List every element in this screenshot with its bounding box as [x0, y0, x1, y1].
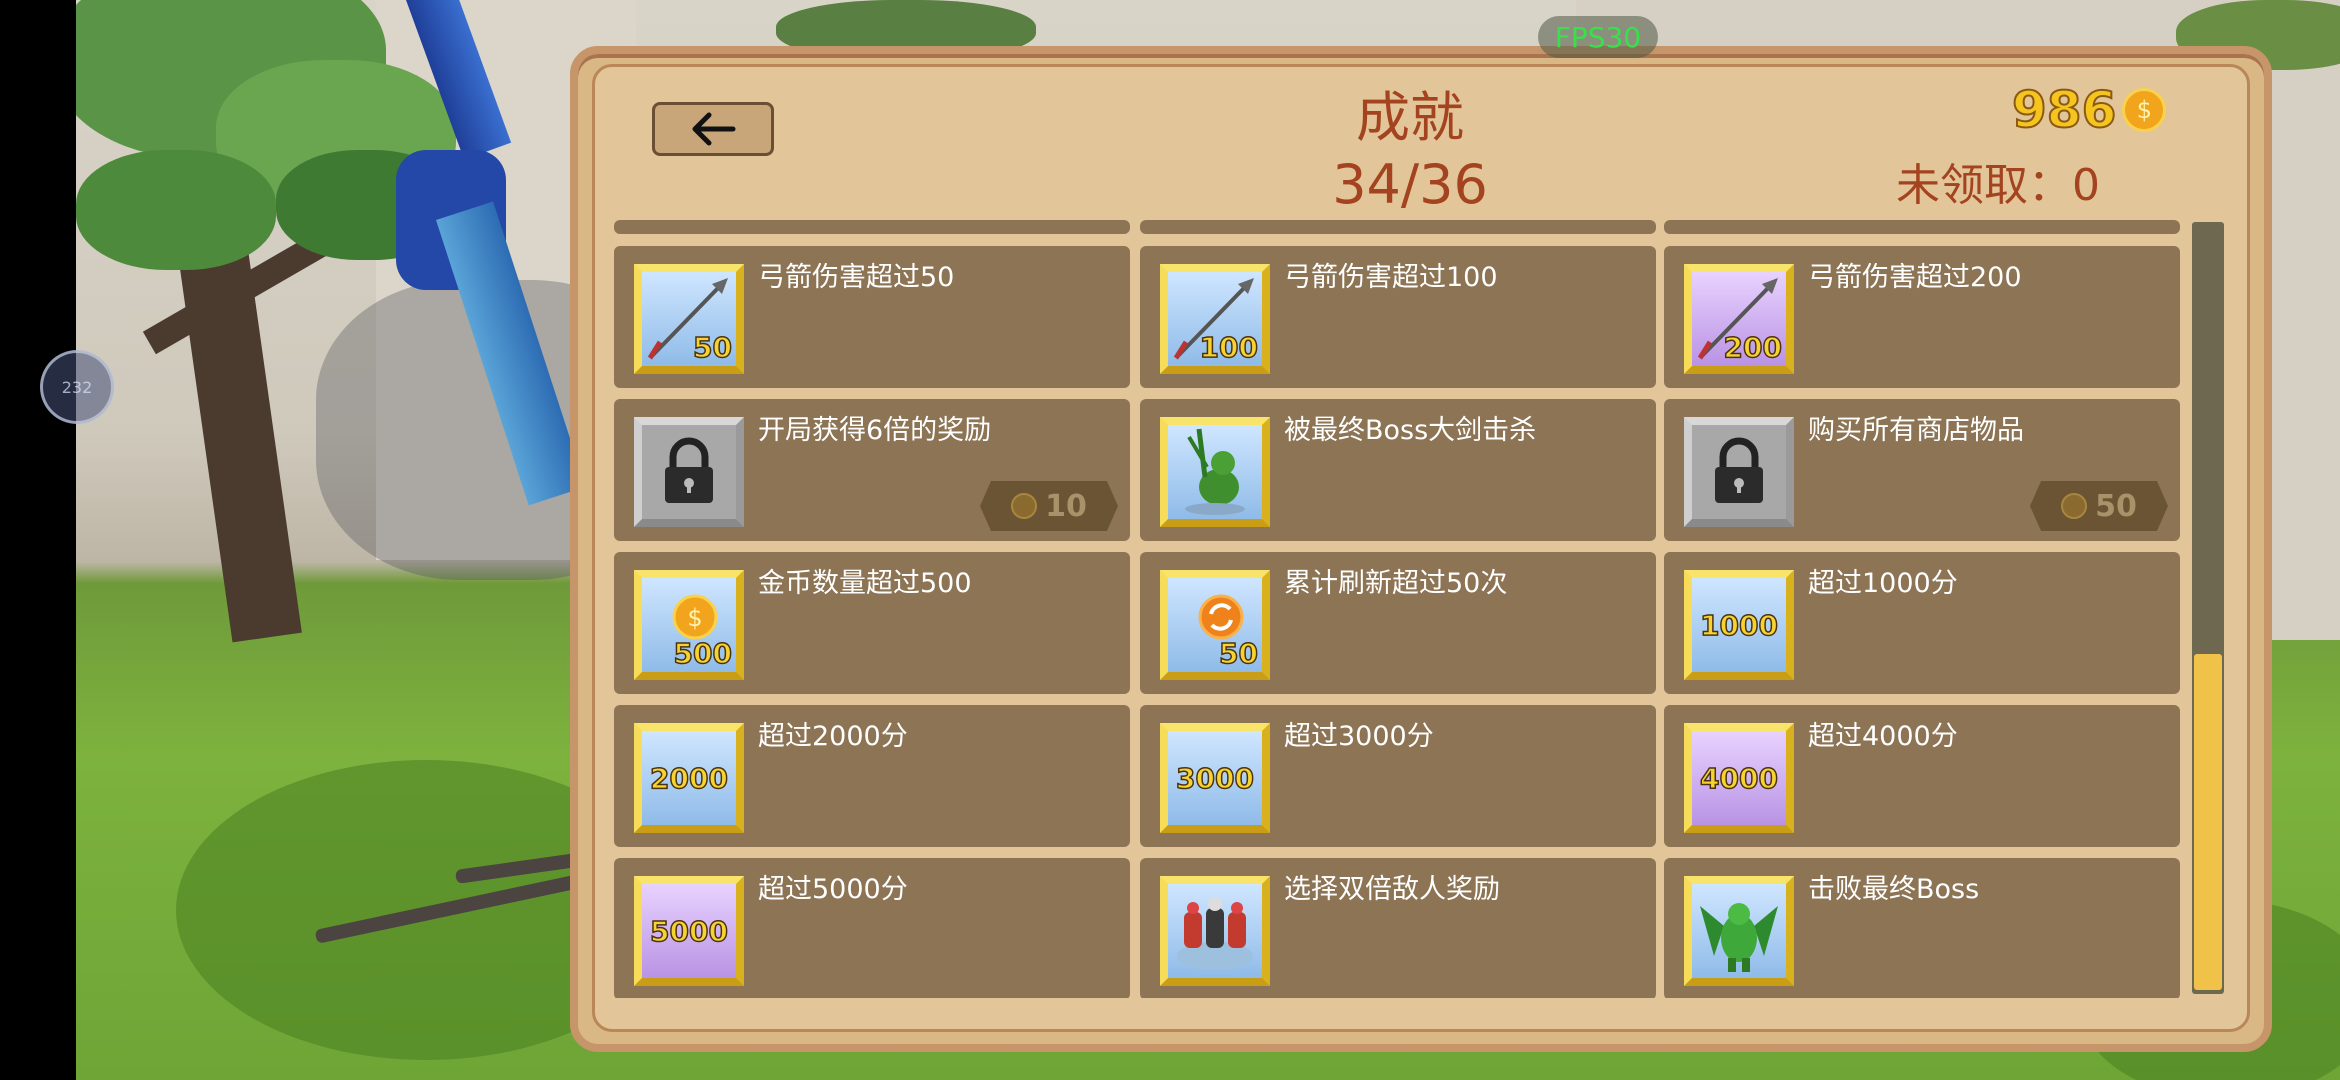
joystick[interactable]: 232: [40, 350, 114, 424]
icon-badge: 50: [692, 330, 732, 365]
achievement-label: 超过2000分: [758, 721, 908, 752]
achievement-card[interactable]: 3000 超过3000分: [1140, 705, 1656, 847]
score-icon: 4000: [1684, 723, 1794, 833]
score-icon: 5000: [634, 876, 744, 986]
unclaimed-count: 未领取：0: [1896, 160, 2100, 211]
svg-text:$: $: [687, 604, 702, 632]
achievement-card[interactable]: 击败最终Boss: [1664, 858, 2180, 998]
achievement-card[interactable]: 50 累计刷新超过50次: [1140, 552, 1656, 694]
coin-icon: $: [2122, 88, 2167, 132]
reward-badge: 50: [2030, 481, 2168, 531]
icon-badge: 100: [1199, 330, 1259, 365]
fps-counter: FPS30: [1538, 16, 1658, 58]
achievement-card[interactable]: 被最终Boss大剑击杀: [1140, 399, 1656, 541]
achievement-card[interactable]: $ 500 金币数量超过500: [614, 552, 1130, 694]
achievement-label: 击败最终Boss: [1808, 874, 1980, 905]
achievement-card-partial: [1140, 220, 1656, 234]
achievement-label: 开局获得6倍的奖励: [758, 415, 992, 446]
achievement-card[interactable]: 50 弓箭伤害超过50: [614, 246, 1130, 388]
achievement-card[interactable]: 4000 超过4000分: [1664, 705, 2180, 847]
reward-amount: 50: [2095, 488, 2137, 524]
achievement-label: 累计刷新超过50次: [1284, 568, 1508, 599]
achievement-card[interactable]: 购买所有商店物品 50: [1664, 399, 2180, 541]
score-icon: 1000: [1684, 570, 1794, 680]
arrow-icon: 50: [634, 264, 744, 374]
achievement-label: 选择双倍敌人奖励: [1284, 874, 1500, 905]
icon-badge: 3000: [1175, 761, 1254, 796]
icon-badge: 5000: [649, 914, 728, 949]
achievement-label: 超过3000分: [1284, 721, 1434, 752]
icon-badge: 200: [1723, 330, 1783, 365]
achievement-card[interactable]: 2000 超过2000分: [614, 705, 1130, 847]
back-button[interactable]: [652, 102, 774, 156]
reward-badge: 10: [980, 481, 1118, 531]
joystick-label: 232: [61, 377, 93, 397]
achievement-label: 弓箭伤害超过50: [758, 262, 955, 293]
scrollbar-thumb[interactable]: [2194, 654, 2222, 990]
achievement-label: 超过4000分: [1808, 721, 1958, 752]
achievement-card[interactable]: 开局获得6倍的奖励 10: [614, 399, 1130, 541]
coin-icon: [1011, 493, 1038, 519]
achievement-list[interactable]: 50 弓箭伤害超过50 100 弓箭伤害超过100 200 弓箭伤害超过200 …: [614, 220, 2180, 998]
achievement-progress: 34/36: [1332, 153, 1488, 216]
achievement-label: 购买所有商店物品: [1808, 415, 2024, 446]
monster-icon: [1160, 417, 1270, 527]
dragon-icon: [1684, 876, 1794, 986]
page-title: 成就: [1356, 86, 1464, 149]
achievement-card[interactable]: 100 弓箭伤害超过100: [1140, 246, 1656, 388]
coin-icon: [2061, 493, 2088, 519]
reward-amount: 10: [1045, 488, 1087, 524]
arrow-icon: 100: [1160, 264, 1270, 374]
score-icon: 3000: [1160, 723, 1270, 833]
achievement-card[interactable]: 200 弓箭伤害超过200: [1664, 246, 2180, 388]
lock-icon: [1684, 417, 1794, 527]
coin-balance: 986 $: [2011, 80, 2167, 140]
enemies-icon: [1160, 876, 1270, 986]
achievement-label: 弓箭伤害超过200: [1808, 262, 2022, 293]
icon-badge: 50: [1218, 636, 1258, 671]
achievement-label: 金币数量超过500: [758, 568, 972, 599]
achievement-card-partial: [1664, 220, 2180, 234]
coin-icon: $ 500: [634, 570, 744, 680]
icon-badge: 1000: [1699, 608, 1778, 643]
icon-badge: 500: [673, 636, 733, 671]
coin-amount: 986: [2011, 80, 2117, 140]
arrow-icon: 200: [1684, 264, 1794, 374]
achievement-card[interactable]: 选择双倍敌人奖励: [1140, 858, 1656, 998]
icon-badge: 4000: [1699, 761, 1778, 796]
achievement-label: 超过1000分: [1808, 568, 1958, 599]
lock-icon: [634, 417, 744, 527]
achievement-card[interactable]: 5000 超过5000分: [614, 858, 1130, 998]
refresh-icon: 50: [1160, 570, 1270, 680]
achievement-card[interactable]: 1000 超过1000分: [1664, 552, 2180, 694]
achievement-card-partial: [614, 220, 1130, 234]
icon-badge: 2000: [649, 761, 728, 796]
back-arrow-icon: [692, 112, 736, 146]
achievement-label: 超过5000分: [758, 874, 908, 905]
achievement-label: 弓箭伤害超过100: [1284, 262, 1498, 293]
score-icon: 2000: [634, 723, 744, 833]
achievement-label: 被最终Boss大剑击杀: [1284, 415, 1537, 446]
